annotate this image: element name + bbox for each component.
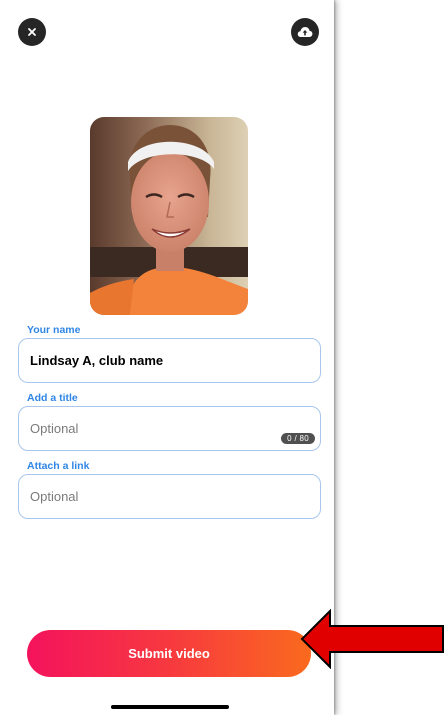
close-button[interactable] bbox=[18, 18, 46, 46]
upload-button[interactable] bbox=[291, 18, 319, 46]
link-input[interactable] bbox=[30, 489, 280, 504]
link-field[interactable] bbox=[18, 474, 321, 519]
submit-video-button[interactable]: Submit video bbox=[27, 630, 311, 677]
link-label: Attach a link bbox=[27, 460, 90, 472]
name-input[interactable] bbox=[30, 353, 280, 368]
close-icon bbox=[28, 28, 36, 36]
title-char-counter: 0 / 80 bbox=[281, 433, 315, 444]
title-input[interactable] bbox=[30, 421, 280, 436]
phone-screen: Your name Add a title 0 / 80 Attach a li… bbox=[0, 0, 334, 715]
cloud-upload-icon bbox=[297, 27, 313, 37]
video-preview[interactable] bbox=[90, 117, 248, 315]
home-indicator[interactable] bbox=[111, 705, 229, 709]
name-field[interactable] bbox=[18, 338, 321, 383]
red-pointer-arrow bbox=[300, 609, 444, 669]
title-label: Add a title bbox=[27, 392, 78, 404]
name-label: Your name bbox=[27, 324, 81, 336]
title-field[interactable]: 0 / 80 bbox=[18, 406, 321, 451]
selfie-photo bbox=[90, 117, 248, 315]
